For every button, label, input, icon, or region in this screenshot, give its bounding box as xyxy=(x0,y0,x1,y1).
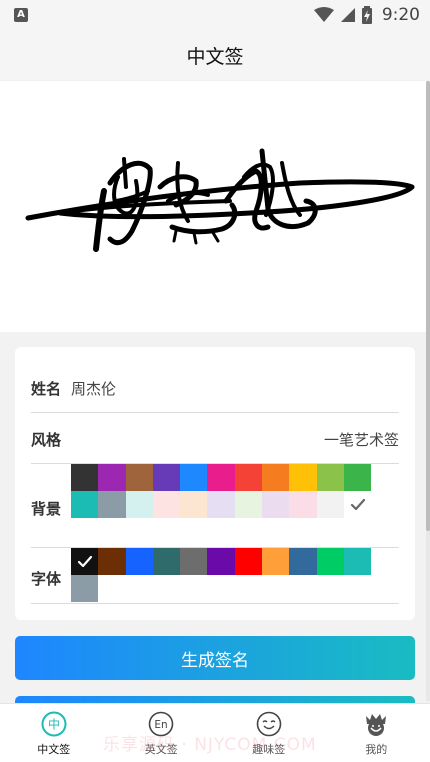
background-swatch-3[interactable] xyxy=(152,464,181,491)
signature-artwork xyxy=(25,148,415,252)
profile-icon xyxy=(362,710,390,738)
background-swatch-11[interactable] xyxy=(71,491,99,518)
background-row: 背景 xyxy=(31,464,399,548)
tab-label: 趣味签 xyxy=(252,743,286,756)
font-row: 字体 xyxy=(31,548,399,604)
checkmark-icon xyxy=(344,491,371,518)
svg-text:中: 中 xyxy=(48,717,60,732)
font-color-swatch-11[interactable] xyxy=(71,575,99,602)
font-color-swatch-1[interactable] xyxy=(98,548,126,575)
tab-label: 我的 xyxy=(365,743,388,756)
background-swatch-12[interactable] xyxy=(98,491,126,518)
font-color-swatch-7[interactable] xyxy=(262,548,290,575)
background-swatch-5[interactable] xyxy=(207,464,235,491)
wifi-icon xyxy=(313,7,334,22)
background-swatch-7[interactable] xyxy=(262,464,290,491)
chinese-sign-icon: 中 xyxy=(40,710,68,738)
background-swatch-17[interactable] xyxy=(234,491,263,518)
background-swatch-14[interactable] xyxy=(152,491,181,518)
background-swatch-8[interactable] xyxy=(289,464,317,491)
font-label: 字体 xyxy=(31,570,62,588)
signal-icon xyxy=(340,8,355,22)
signature-preview xyxy=(0,81,430,332)
app-notification-icon: A xyxy=(14,8,28,22)
background-swatch-1[interactable] xyxy=(98,464,126,491)
english-sign-icon: En xyxy=(147,710,175,738)
font-color-swatch-9[interactable] xyxy=(316,548,344,575)
font-color-swatch-2[interactable] xyxy=(125,548,153,575)
background-swatch-16[interactable] xyxy=(207,491,235,518)
tab-label: 中文签 xyxy=(37,743,71,756)
title-bar: 中文签 xyxy=(0,30,430,80)
background-swatch-10[interactable] xyxy=(343,464,372,491)
background-swatch-6[interactable] xyxy=(234,464,263,491)
clock: 9:20 xyxy=(381,5,420,25)
background-swatch-0[interactable] xyxy=(71,464,99,491)
svg-text:En: En xyxy=(155,719,168,731)
name-label: 姓名 xyxy=(31,380,62,398)
font-color-swatch-4[interactable] xyxy=(180,548,208,575)
font-color-swatch-10[interactable] xyxy=(343,548,372,575)
font-color-swatch-0[interactable] xyxy=(71,548,99,575)
style-label: 风格 xyxy=(31,431,62,449)
background-swatch-21[interactable] xyxy=(343,491,372,518)
background-swatch-grid xyxy=(71,464,372,518)
battery-icon xyxy=(361,6,372,24)
tab-chinese-sign[interactable]: 中 中文签 xyxy=(0,704,108,762)
tab-profile[interactable]: 我的 xyxy=(323,704,430,762)
name-input[interactable]: 周杰伦 xyxy=(71,378,116,399)
font-color-swatch-3[interactable] xyxy=(152,548,181,575)
font-color-swatch-5[interactable] xyxy=(207,548,235,575)
bottom-tab-bar: 中 中文签 En 英文签 趣味签 我的 xyxy=(0,703,430,762)
checkmark-icon xyxy=(71,548,98,575)
fun-sign-icon xyxy=(255,710,283,738)
background-swatch-18[interactable] xyxy=(262,491,290,518)
status-icons: 9:20 xyxy=(313,4,420,26)
background-swatch-20[interactable] xyxy=(316,491,344,518)
font-color-swatch-8[interactable] xyxy=(289,548,317,575)
options-card: 姓名 周杰伦 风格 一笔艺术签 背景 字体 xyxy=(15,347,415,620)
style-row[interactable]: 风格 一笔艺术签 xyxy=(31,413,399,464)
background-swatch-19[interactable] xyxy=(289,491,317,518)
scrollbar-thumb[interactable] xyxy=(426,81,430,531)
font-color-swatch-6[interactable] xyxy=(234,548,263,575)
tab-fun-sign[interactable]: 趣味签 xyxy=(215,704,323,762)
page-title: 中文签 xyxy=(186,45,244,68)
generate-signature-button[interactable]: 生成签名 xyxy=(15,636,415,680)
background-swatch-4[interactable] xyxy=(180,464,208,491)
name-row[interactable]: 姓名 周杰伦 xyxy=(31,363,399,413)
background-swatch-15[interactable] xyxy=(180,491,208,518)
background-swatch-13[interactable] xyxy=(125,491,153,518)
style-select[interactable]: 一笔艺术签 xyxy=(324,429,399,450)
tab-english-sign[interactable]: En 英文签 xyxy=(108,704,216,762)
background-label: 背景 xyxy=(31,500,62,518)
tab-label: 英文签 xyxy=(144,743,178,756)
status-bar: A 9:20 xyxy=(0,0,430,30)
font-color-swatch-grid xyxy=(71,548,372,602)
background-swatch-2[interactable] xyxy=(125,464,153,491)
background-swatch-9[interactable] xyxy=(316,464,344,491)
